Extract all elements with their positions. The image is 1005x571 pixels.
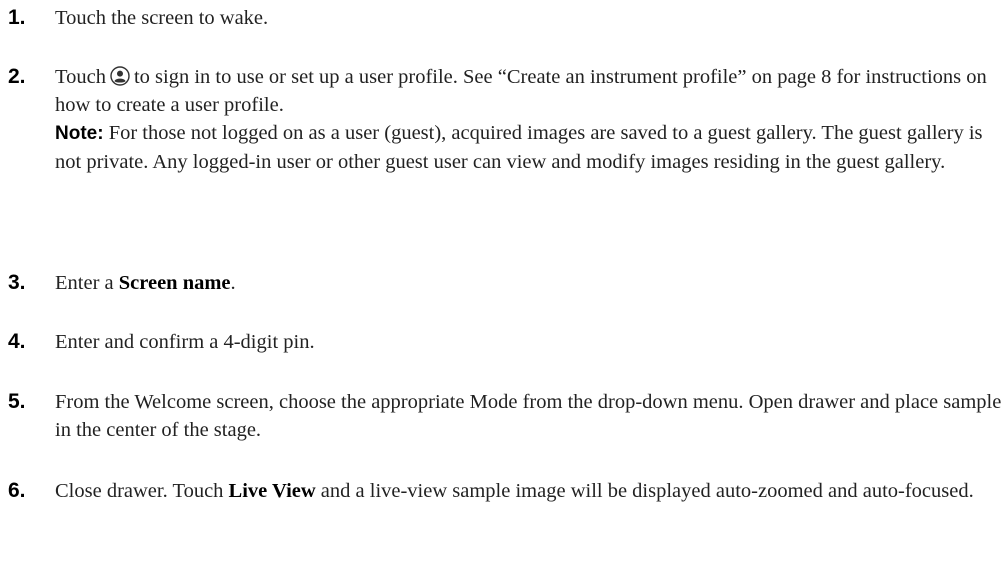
user-profile-icon [110,66,130,86]
step-number: 1. [8,6,26,29]
step-text: Touch the screen to wake. [55,7,269,29]
step-text: From the Welcome screen, choose the appr… [55,391,1002,441]
live-view-term: Live View [228,480,316,502]
step-text: Touch to sign in to use or set up a user … [55,63,1003,119]
step-text: Enter and confirm a 4-digit pin. [55,331,315,353]
step-text-before-icon: Touch [55,66,106,88]
step-text-after: . [230,272,236,294]
note-text: For those not logged on as a user (guest… [55,122,983,173]
note: Note: For those not logged on as a user … [55,119,1003,176]
step-number: 5. [8,390,26,413]
step-text: Enter a Screen name. [55,269,1003,297]
step-text: Close drawer. Touch Live View and a live… [55,477,1003,505]
step-number: 2. [8,65,26,88]
note-label: Note: [55,123,104,144]
step-number: 4. [8,330,26,353]
step-number: 3. [8,271,26,294]
screen-name-term: Screen name [118,272,231,294]
step-number: 6. [8,479,26,502]
step-text-after: and a live-view sample image will be dis… [320,480,974,502]
step-text-before: Close drawer. Touch [55,480,224,502]
step-text-after-icon: to sign in to use or set up a user profi… [55,66,987,116]
step-text-before: Enter a [55,272,114,294]
